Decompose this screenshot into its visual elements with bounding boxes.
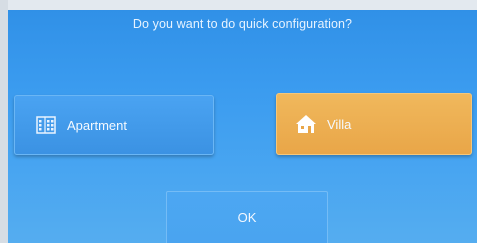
apartment-building-icon	[35, 115, 57, 135]
dialog-title: Do you want to do quick configuration?	[132, 17, 353, 31]
apartment-option-label: Apartment	[67, 117, 127, 133]
ok-button-label: OK	[237, 210, 257, 225]
screen-bezel	[0, 0, 8, 243]
villa-house-icon	[295, 114, 317, 134]
quick-configuration-screen: Do you want to do quick configuration? A…	[0, 0, 477, 243]
villa-option-button[interactable]: Villa	[276, 93, 472, 155]
ok-button[interactable]: OK	[166, 191, 328, 243]
screen-top-edge	[8, 0, 477, 10]
apartment-option-button[interactable]: Apartment	[14, 95, 214, 155]
villa-option-label: Villa	[327, 116, 352, 132]
